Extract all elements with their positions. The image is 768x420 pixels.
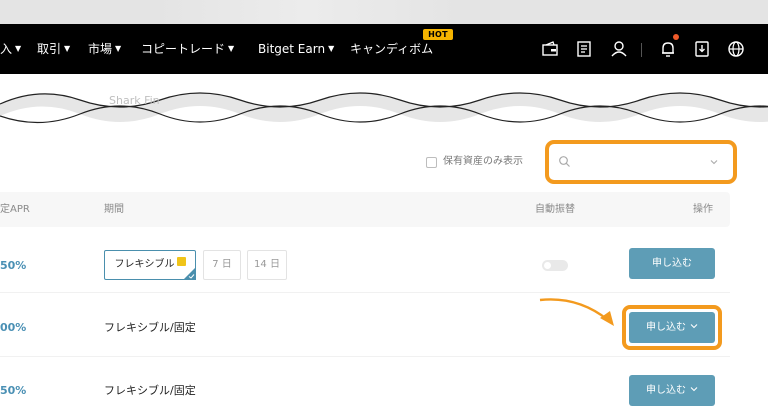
notification-dot [673, 34, 679, 40]
row3-apr: 50% [0, 384, 27, 397]
header-action: 操作 [693, 204, 713, 215]
nav-separator [641, 43, 642, 57]
download-icon[interactable] [691, 38, 713, 60]
wallet-icon[interactable] [539, 38, 561, 60]
row1-apr: 50% [0, 259, 27, 272]
header-period: 期間 [104, 204, 124, 215]
subscribe-dropdown-button-row2[interactable]: 申し込む [629, 312, 715, 343]
holdings-only-label: 保有資産のみ表示 [443, 156, 523, 167]
selected-check-icon [183, 267, 196, 280]
holdings-only-checkbox[interactable] [426, 156, 437, 168]
header-apr: 定APR [0, 204, 30, 215]
period-chip-flexible[interactable]: フレキシブル [104, 250, 196, 280]
table-header: 定APR 期間 自動振替 操作 [0, 192, 730, 227]
auto-transfer-toggle[interactable] [542, 260, 568, 271]
subscribe-button-row1[interactable]: 申し込む [629, 248, 715, 279]
nav-item-candy-bomb[interactable]: キャンディボム [350, 41, 433, 57]
toggle-knob [544, 262, 551, 269]
row-divider [0, 356, 730, 357]
coin-search-input[interactable] [551, 146, 731, 178]
bell-icon[interactable] [657, 38, 679, 60]
chevron-down-icon [690, 322, 698, 330]
nav-item-bitget-earn[interactable]: Bitget Earn ▼ [258, 41, 334, 57]
globe-icon[interactable] [725, 38, 747, 60]
row2-period: フレキシブル/固定 [104, 321, 196, 334]
chevron-down-icon[interactable] [709, 157, 719, 167]
row2-apr: 00% [0, 321, 27, 334]
browser-top-strip [0, 0, 768, 24]
nav-item-buy[interactable]: 入 ▼ [0, 41, 21, 57]
top-nav-bar: 入 ▼ 取引 ▼ 市場 ▼ コピートレード ▼ Bitget Earn ▼ キャンディボム… [0, 24, 768, 74]
row3-period: フレキシブル/固定 [104, 384, 196, 397]
subscribe-dropdown-button-row3[interactable]: 申し込む [629, 375, 715, 406]
header-auto-transfer: 自動振替 [535, 204, 575, 215]
holdings-only-filter[interactable]: 保有資産のみ表示 [426, 155, 523, 169]
nav-item-markets[interactable]: 市場 ▼ [88, 41, 121, 57]
chip-badge [176, 257, 186, 266]
period-chip-7d[interactable]: 7 日 [203, 250, 241, 280]
orders-icon[interactable] [573, 38, 595, 60]
nav-item-trade[interactable]: 取引 ▼ [37, 41, 70, 57]
period-chip-14d[interactable]: 14 日 [247, 250, 287, 280]
hot-badge: HOT [423, 29, 453, 40]
nav-item-copy-trade[interactable]: コピートレード ▼ [141, 41, 234, 57]
breadcrumb: Shark Fin [109, 94, 160, 107]
pointer-arrow [536, 292, 628, 332]
user-icon[interactable] [608, 38, 630, 60]
top-strip-fade [0, 0, 768, 24]
chevron-down-icon [690, 385, 698, 393]
search-icon [558, 155, 571, 168]
